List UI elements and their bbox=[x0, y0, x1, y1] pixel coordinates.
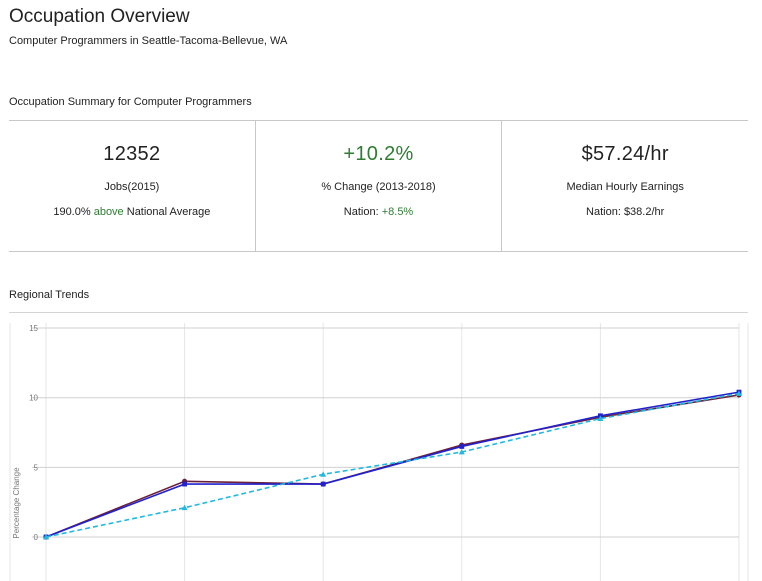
earnings-note: Nation: $38.2/hr bbox=[586, 206, 665, 218]
y-tick-label: 15 bbox=[29, 324, 38, 333]
jobs-value: 12352 bbox=[103, 143, 161, 165]
jobs-label: Jobs(2015) bbox=[104, 181, 160, 193]
change-note-value: +8.5% bbox=[381, 206, 414, 218]
series-2-point bbox=[459, 444, 465, 449]
earnings-card: $57.24/hr Median Hourly Earnings Nation:… bbox=[501, 121, 748, 251]
change-value: +10.2% bbox=[343, 143, 414, 165]
trends-divider bbox=[9, 312, 748, 313]
jobs-note-rest: National Average bbox=[126, 206, 211, 218]
series-2-point bbox=[320, 481, 326, 487]
earnings-value: $57.24/hr bbox=[581, 143, 669, 165]
jobs-note-pct: 190.0% bbox=[53, 206, 91, 218]
trends-heading: Regional Trends bbox=[9, 289, 90, 301]
change-label: % Change (2013-2018) bbox=[321, 181, 436, 193]
change-note: Nation: +8.5% bbox=[256, 206, 502, 218]
change-card: +10.2% % Change (2013-2018) Nation: +8.5… bbox=[254, 121, 502, 251]
jobs-note-word: above bbox=[93, 206, 124, 218]
page-title: Occupation Overview bbox=[9, 6, 190, 27]
series-2-point bbox=[182, 481, 187, 487]
y-axis-title: Percentage Change bbox=[12, 467, 21, 539]
y-tick-label: 0 bbox=[34, 533, 39, 542]
y-tick-label: 10 bbox=[29, 394, 38, 403]
jobs-card: 12352 Jobs(2015) 190.0% above National A… bbox=[9, 121, 255, 251]
jobs-note: 190.0% above National Average bbox=[9, 206, 255, 218]
trend-chart-svg: 0 5 10 15 Percentage Change bbox=[9, 323, 749, 581]
y-tick-label: 5 bbox=[34, 463, 39, 472]
summary-cards: 12352 Jobs(2015) 190.0% above National A… bbox=[9, 121, 748, 251]
change-note-prefix: Nation: bbox=[343, 206, 379, 218]
regional-trends-chart: 0 5 10 15 Percentage Change bbox=[0, 315, 762, 581]
earnings-label: Median Hourly Earnings bbox=[566, 181, 684, 193]
page-subtitle: Computer Programmers in Seattle-Tacoma-B… bbox=[9, 35, 288, 47]
summary-bottom-divider bbox=[9, 251, 748, 252]
summary-heading: Occupation Summary for Computer Programm… bbox=[9, 96, 252, 108]
